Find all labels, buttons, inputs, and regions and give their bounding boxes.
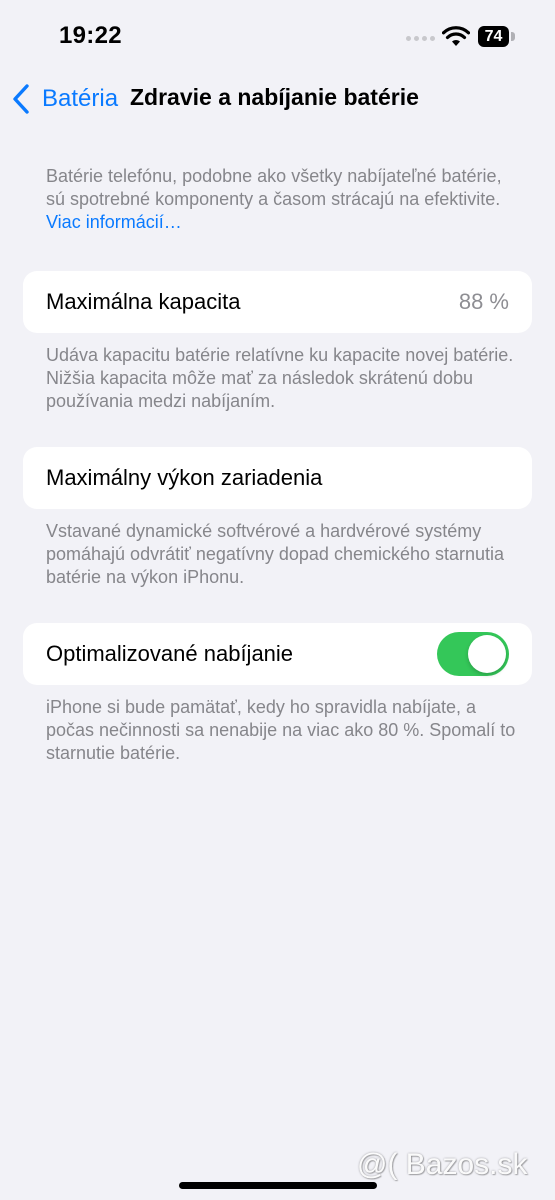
cellular-dots-icon <box>406 36 435 41</box>
chevron-left-icon <box>13 84 29 114</box>
battery-tip <box>511 32 515 41</box>
navigation-bar: Batéria Zdravie a nabíjanie batérie <box>0 74 555 122</box>
wifi-icon <box>442 26 470 46</box>
status-bar: 19:22 74 <box>0 0 555 74</box>
optimized-charging-label: Optimalizované nabíjanie <box>46 641 294 666</box>
peak-performance-label: Maximálny výkon zariadenia <box>46 465 323 490</box>
peak-performance-footer: Vstavané dynamické softvérové a hardvéro… <box>46 521 505 587</box>
bazos-watermark: @( Bazos.sk <box>357 1148 528 1181</box>
max-capacity-row: Maximálna kapacita 88 % <box>23 271 532 333</box>
max-capacity-label: Maximálna kapacita <box>46 289 241 314</box>
more-info-link[interactable]: Viac informácií… <box>46 212 182 232</box>
optimized-charging-footer: iPhone si bude pamätať, kedy ho spravidl… <box>46 697 516 763</box>
toggle-knob <box>468 635 506 673</box>
optimized-charging-toggle[interactable] <box>437 632 509 676</box>
intro-text: Batérie telefónu, podobne ako všetky nab… <box>46 165 516 234</box>
home-indicator[interactable] <box>179 1182 377 1189</box>
intro-description: Batérie telefónu, podobne ako všetky nab… <box>46 166 502 209</box>
battery-icon: 74 <box>478 26 509 47</box>
page-title: Zdravie a nabíjanie batérie <box>130 84 419 110</box>
max-capacity-footer: Udáva kapacitu batérie relatívne ku kapa… <box>46 345 514 411</box>
back-label: Batéria <box>42 85 119 112</box>
optimized-charging-row: Optimalizované nabíjanie <box>23 623 532 685</box>
max-capacity-value: 88 % <box>458 289 509 314</box>
battery-health-screen: 19:22 74 Batéria Zdravie a nabíjanie bat… <box>0 0 555 1200</box>
peak-performance-row[interactable]: Maximálny výkon zariadenia <box>23 447 532 509</box>
back-button[interactable]: Batéria <box>10 80 118 118</box>
status-time: 19:22 <box>59 22 122 49</box>
